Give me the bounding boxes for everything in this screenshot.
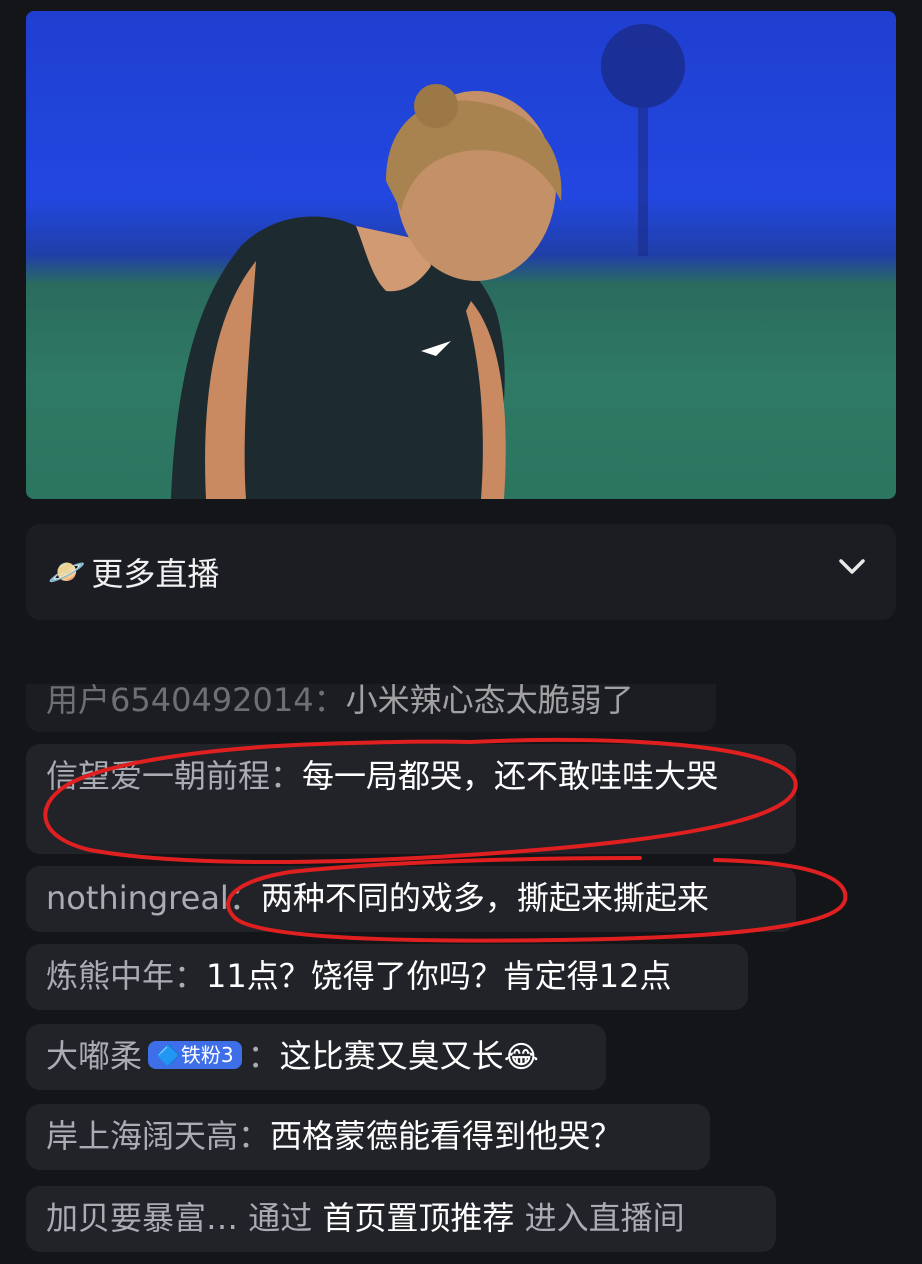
comment-username: 大嘟柔 — [46, 1037, 143, 1075]
comment-row[interactable]: 信望爱一朝前程：每一局都哭，还不敢哇哇大哭 — [26, 744, 796, 854]
comment-row[interactable]: 用户6540492014：小米辣心态太脆弱了 — [26, 681, 716, 732]
comment-text: 每一局都哭，还不敢哇哇大哭 — [302, 757, 719, 795]
comment-username: 用户6540492014： — [46, 681, 346, 719]
comment-username: 信望爱一朝前程： — [46, 757, 303, 795]
entry-source-highlight: 首页置顶推荐 — [322, 1199, 515, 1237]
fan-level-badge: 🔷铁粉3 — [148, 1041, 242, 1069]
more-live-label: 更多直播 — [91, 555, 220, 593]
comment-username: nothingreal： — [46, 879, 261, 917]
more-live-bar[interactable]: 🪐 更多直播 — [26, 524, 896, 620]
comment-separator: ： — [247, 1037, 280, 1075]
comment-text: 11点？饶得了你吗？肯定得12点 — [206, 957, 672, 995]
entry-username: 加贝要暴富… — [46, 1199, 249, 1237]
entry-notice-row[interactable]: 加贝要暴富… 通过 首页置顶推荐 进入直播间 — [26, 1186, 776, 1252]
comment-text: 小米辣心态太脆弱了 — [345, 681, 634, 719]
comment-text: 这比赛又臭又长 — [279, 1037, 504, 1075]
planet-icon: 🪐 — [48, 554, 86, 590]
entry-via-text: 通过 — [248, 1199, 323, 1237]
laughing-crying-emoji-icon: 😂 — [503, 1040, 539, 1075]
chevron-down-icon[interactable] — [838, 558, 866, 576]
comment-text: 两种不同的戏多，撕起来撕起来 — [260, 879, 709, 917]
comment-username: 岸上海阔天高： — [46, 1117, 271, 1155]
comment-row[interactable]: 岸上海阔天高：西格蒙德能看得到他哭？ — [26, 1104, 710, 1170]
comment-row[interactable]: nothingreal：两种不同的戏多，撕起来撕起来 — [26, 866, 796, 932]
comment-text: 西格蒙德能看得到他哭？ — [270, 1117, 623, 1155]
entry-suffix-text: 进入直播间 — [514, 1199, 685, 1237]
comment-username: 炼熊中年： — [46, 957, 207, 995]
player-frame-image — [171, 24, 685, 499]
live-video-player[interactable] — [26, 11, 896, 499]
comment-row[interactable]: 大嘟柔 🔷铁粉3 ：这比赛又臭又长😂 — [26, 1024, 606, 1090]
comment-row[interactable]: 炼熊中年：11点？饶得了你吗？肯定得12点 — [26, 944, 748, 1010]
